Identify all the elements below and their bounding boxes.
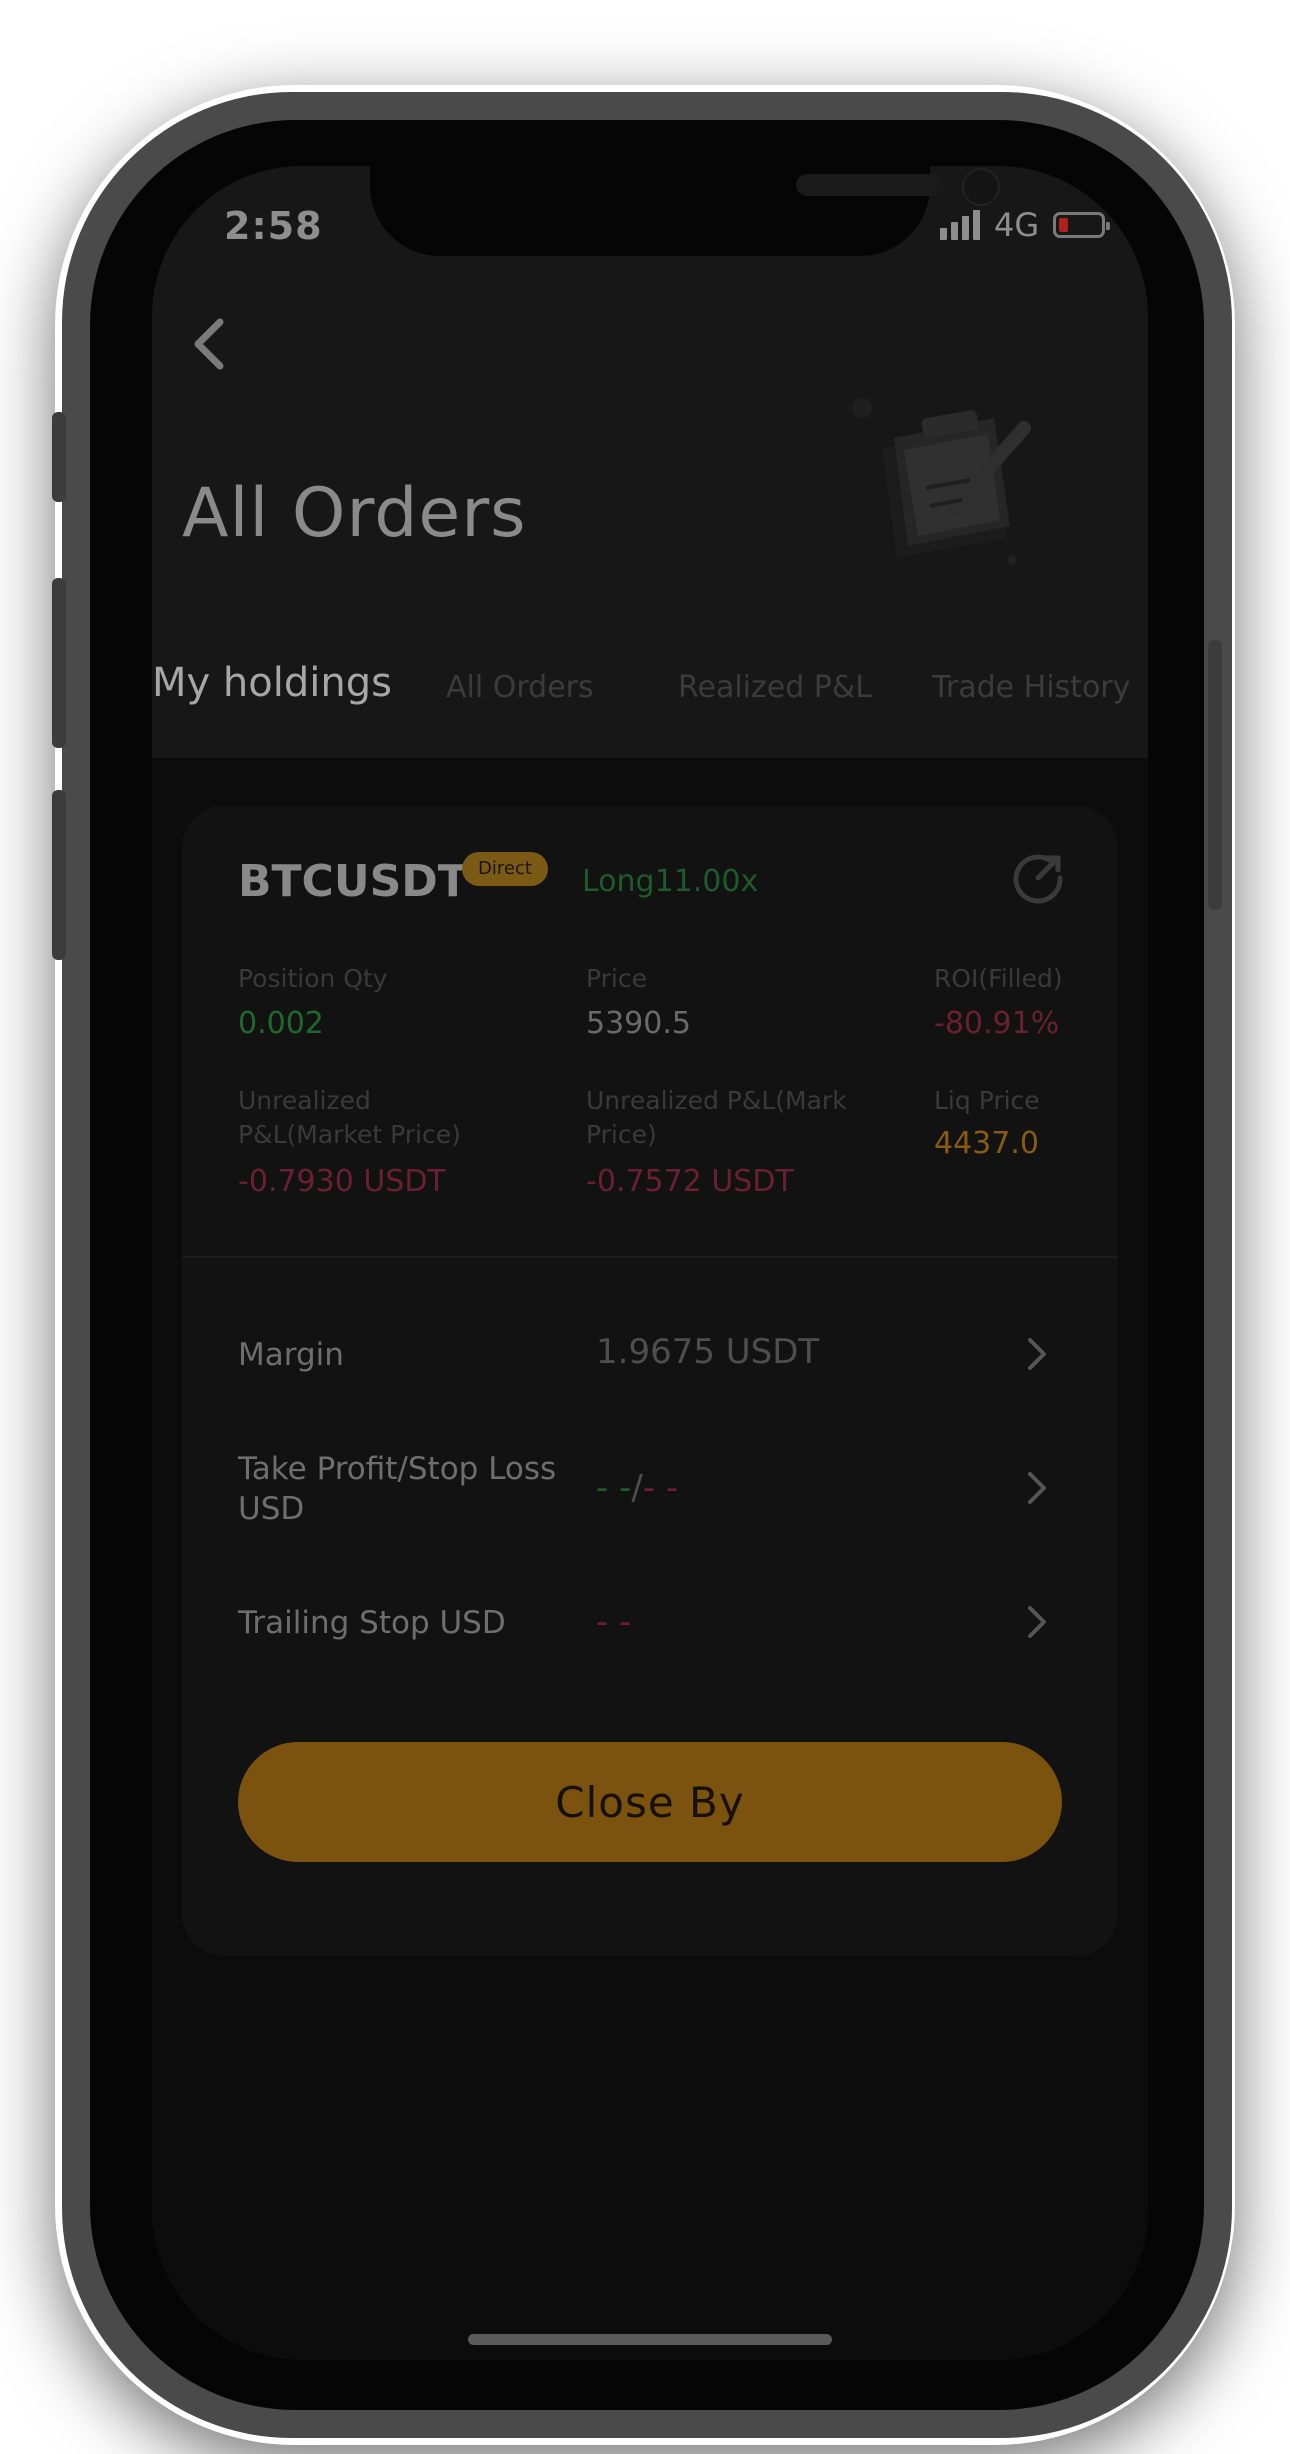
tab-my-holdings[interactable]: My holdings [152, 660, 392, 706]
tab-trade-history[interactable]: Trade History [932, 670, 1130, 705]
tp-value: - - [596, 1468, 632, 1508]
status-time: 2:58 [224, 204, 323, 248]
battery-icon [1053, 212, 1111, 238]
signal-icon [940, 210, 980, 240]
side-button-power [1208, 640, 1222, 910]
notch [370, 166, 1000, 256]
margin-value: 1.9675 USDT [596, 1332, 820, 1372]
roi-value: -80.91% [934, 1006, 1060, 1041]
upl-mark-label-line2: Price) [586, 1120, 657, 1149]
close-by-button[interactable]: Close By [238, 1742, 1062, 1862]
margin-chevron-right-icon[interactable] [1022, 1334, 1052, 1374]
trailing-stop-value: - - [596, 1602, 632, 1642]
camera [962, 168, 1000, 206]
card-divider [182, 1256, 1118, 1258]
direct-badge: Direct [462, 852, 548, 886]
back-button[interactable] [178, 314, 238, 374]
side-button-volume-down [52, 790, 66, 960]
app-screen: 2:58 4G All Orders My holdings All Order… [152, 166, 1148, 2360]
position-symbol: BTCUSDT [238, 856, 468, 907]
home-indicator [468, 2334, 832, 2345]
battery-level [1059, 218, 1069, 232]
order-tabs: My holdings All Orders Realized P&L Trad… [152, 660, 1148, 726]
upl-mark-label-line1: Unrealized P&L(Mark [586, 1086, 847, 1115]
margin-label: Margin [238, 1337, 344, 1373]
trailing-stop-label: Trailing Stop USD [238, 1605, 506, 1641]
upl-market-label-line1: Unrealized [238, 1086, 371, 1115]
roi-label: ROI(Filled) [934, 964, 1063, 993]
sl-value: - - [642, 1468, 679, 1508]
price-value: 5390.5 [586, 1006, 691, 1041]
refresh-icon[interactable] [1008, 848, 1068, 908]
tpsl-chevron-right-icon[interactable] [1022, 1468, 1052, 1508]
tab-realized-pnl[interactable]: Realized P&L [678, 670, 872, 705]
price-label: Price [586, 964, 647, 993]
liq-price-value: 4437.0 [934, 1126, 1039, 1161]
page-title: All Orders [182, 474, 527, 553]
position-side-leverage: Long11.00x [582, 864, 759, 899]
tpsl-separator: / [631, 1468, 643, 1508]
tpsl-label-line1: Take Profit/Stop Loss [238, 1451, 557, 1487]
position-card: BTCUSDT Direct Long11.00x Position Qty 0… [182, 806, 1118, 1956]
position-qty-label: Position Qty [238, 964, 388, 993]
speaker [796, 174, 944, 196]
upl-market-value: -0.7930 USDT [238, 1164, 446, 1199]
network-type: 4G [994, 206, 1040, 244]
clipboard-pen-icon [852, 398, 1031, 565]
side-button-mute [52, 412, 66, 502]
tpsl-label-line2: USD [238, 1491, 305, 1527]
position-qty-value: 0.002 [238, 1006, 324, 1041]
upl-mark-value: -0.7572 USDT [586, 1164, 794, 1199]
upl-market-label-line2: P&L(Market Price) [238, 1120, 461, 1149]
tab-all-orders[interactable]: All Orders [446, 670, 594, 705]
tpsl-values: - -/- - [596, 1468, 678, 1508]
trailing-chevron-right-icon[interactable] [1022, 1602, 1052, 1642]
chevron-left-icon [194, 318, 224, 370]
liq-price-label: Liq Price [934, 1086, 1040, 1115]
status-icons: 4G [940, 206, 1111, 244]
side-button-volume-up [52, 578, 66, 748]
